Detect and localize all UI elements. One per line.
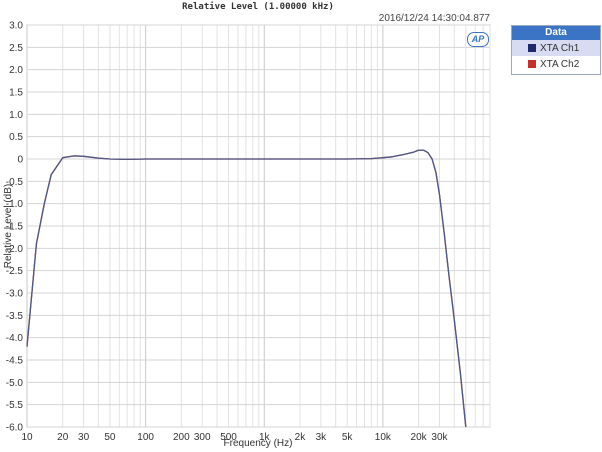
y-tick-label: 2.5 <box>9 43 23 54</box>
x-tick-label: 20 <box>57 432 69 443</box>
y-tick-label: 0.5 <box>9 132 23 143</box>
y-tick-label: 1.5 <box>9 88 23 99</box>
legend-swatch-ch1 <box>528 44 536 52</box>
x-tick-label: 50 <box>104 432 116 443</box>
legend[interactable]: Data XTA Ch1 XTA Ch2 <box>511 25 601 75</box>
legend-item-xta-ch1[interactable]: XTA Ch1 <box>512 40 600 56</box>
y-tick-label: -3.5 <box>6 311 24 322</box>
x-tick-label: 300 <box>194 432 211 443</box>
x-tick-label: 100 <box>137 432 154 443</box>
y-tick-label: 3.0 <box>9 21 23 32</box>
chart-title: Relative Level (1.00000 kHz) <box>182 1 334 12</box>
legend-title: Data <box>512 26 600 40</box>
x-tick-label: 200 <box>173 432 190 443</box>
y-tick-label: 1.0 <box>9 110 23 121</box>
legend-label-ch2: XTA Ch2 <box>540 58 580 70</box>
x-tick-label: 30 <box>78 432 90 443</box>
y-tick-label: 0 <box>17 155 23 166</box>
y-axis-label: Relative Level (dB) <box>3 184 14 268</box>
x-tick-label: 5k <box>342 432 354 443</box>
legend-item-xta-ch2[interactable]: XTA Ch2 <box>512 56 600 72</box>
x-tick-label: 3k <box>316 432 328 443</box>
ap-logo: AP <box>467 32 489 47</box>
y-tick-label: -6.0 <box>6 423 24 434</box>
y-tick-label: 2.0 <box>9 65 23 76</box>
x-tick-label: 10 <box>21 432 33 443</box>
legend-swatch-ch2 <box>528 60 536 68</box>
y-tick-label: -3.0 <box>6 289 24 300</box>
y-tick-label: -4.5 <box>6 356 24 367</box>
legend-label-ch1: XTA Ch1 <box>540 42 580 54</box>
y-tick-label: -5.0 <box>6 378 24 389</box>
y-tick-label: -5.5 <box>6 400 24 411</box>
x-tick-label: 20k <box>411 432 428 443</box>
x-tick-label: 2k <box>295 432 307 443</box>
x-tick-label: 10k <box>375 432 392 443</box>
x-tick-label: 30k <box>431 432 448 443</box>
x-axis-label: Frequency (Hz) <box>224 438 293 449</box>
chart-timestamp: 2016/12/24 14:30:04.877 <box>379 13 491 24</box>
y-tick-label: -4.0 <box>6 333 24 344</box>
